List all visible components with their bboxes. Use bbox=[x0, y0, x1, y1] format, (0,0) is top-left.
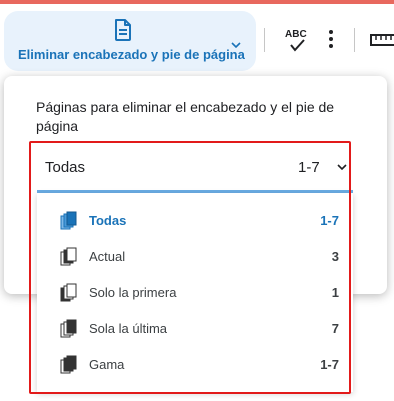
highlight-frame bbox=[29, 141, 351, 394]
remove-header-footer-button[interactable]: Eliminar encabezado y pie de página bbox=[4, 11, 256, 71]
remove-header-footer-label: Eliminar encabezado y pie de página bbox=[18, 47, 245, 62]
ruler-icon[interactable] bbox=[370, 34, 394, 46]
svg-text:ABC: ABC bbox=[285, 29, 307, 40]
toolbar: Eliminar encabezado y pie de página ABC bbox=[0, 4, 394, 76]
toolbar-divider bbox=[264, 28, 265, 52]
toolbar-divider bbox=[354, 28, 355, 52]
chevron-down-icon bbox=[231, 42, 241, 49]
spellcheck-abc-icon[interactable]: ABC bbox=[284, 26, 310, 54]
more-vert-icon[interactable] bbox=[325, 28, 337, 50]
document-icon bbox=[115, 19, 131, 41]
panel-title: Páginas para eliminar el encabezado y el… bbox=[36, 99, 335, 134]
